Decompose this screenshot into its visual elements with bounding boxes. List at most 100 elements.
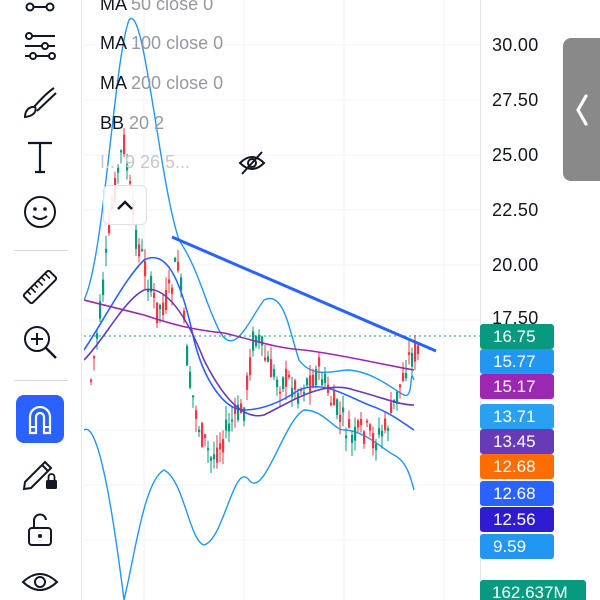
- side-panel-handle[interactable]: [563, 38, 600, 181]
- candle-body: [102, 279, 105, 296]
- eye-icon: [21, 573, 59, 591]
- candle-body: [135, 229, 138, 249]
- zoom-tool[interactable]: [14, 320, 66, 364]
- legend-label: BB: [100, 113, 125, 133]
- moving-averages: [84, 256, 415, 431]
- candle-body: [201, 422, 204, 447]
- candle-body: [387, 428, 390, 431]
- candle-body: [321, 379, 324, 386]
- candle-body: [363, 431, 366, 444]
- candle-body: [186, 345, 189, 366]
- chevron-up-icon: [117, 200, 133, 210]
- candle-body: [228, 423, 231, 432]
- ma100-line: [84, 288, 415, 417]
- candle-body: [402, 372, 405, 382]
- legend-value: 50 close 0: [131, 0, 214, 14]
- legend-bb[interactable]: BB 20 2: [100, 113, 164, 134]
- ma100-tag: 13.45: [480, 429, 554, 454]
- ma50-line: [84, 256, 415, 431]
- candle-body: [354, 427, 357, 441]
- candle-body: [213, 454, 216, 460]
- candle-body: [339, 414, 342, 422]
- last-price-tag: 16.75: [480, 324, 554, 349]
- candle-body: [384, 418, 387, 431]
- candle-body: [345, 435, 348, 439]
- visibility-tool[interactable]: [14, 560, 66, 600]
- candle-body: [93, 356, 96, 359]
- price-tag: 12.56: [480, 507, 554, 532]
- price-tick: 22.50: [492, 200, 539, 220]
- candle-body: [414, 342, 417, 362]
- candle-body: [231, 419, 234, 422]
- legend-value: 20 2: [129, 113, 165, 133]
- candle-body: [174, 257, 177, 262]
- candle-body: [276, 379, 279, 387]
- candle-body: [381, 430, 384, 437]
- ruler-icon: [22, 269, 58, 305]
- legend-label: MA: [100, 0, 127, 14]
- candle-body: [369, 424, 372, 431]
- candle-body: [336, 399, 339, 415]
- magnet-tool[interactable]: [16, 395, 64, 443]
- candle-body: [195, 410, 198, 419]
- brush-tool[interactable]: [14, 80, 66, 124]
- magnet-icon: [28, 405, 52, 435]
- drawing-toolbar: [0, 0, 82, 600]
- candle-body: [264, 357, 267, 361]
- candle-body: [261, 336, 264, 346]
- candle-body: [225, 419, 228, 431]
- candle-body: [330, 402, 333, 406]
- legend-ma50[interactable]: MA 50 close 0: [100, 0, 213, 15]
- legend-collapse-button[interactable]: [103, 185, 147, 225]
- candle-body: [246, 375, 249, 390]
- legend-ma200[interactable]: MA 200 close 0: [100, 73, 223, 94]
- chevron-left-icon: [575, 93, 588, 126]
- settings-sliders-icon: [25, 32, 56, 60]
- legend-hidden-indicator[interactable]: I... 9 26 5...: [100, 152, 190, 173]
- price-tick: 20.00: [492, 255, 539, 275]
- ma50-tag: 12.68: [480, 481, 554, 506]
- candle-body: [390, 402, 393, 413]
- candle-body: [153, 292, 156, 298]
- candle-body: [222, 439, 225, 453]
- connections-icon: [25, 2, 55, 12]
- candle-body: [411, 352, 414, 367]
- candle-body: [144, 261, 147, 277]
- toolbar-divider: [14, 380, 68, 381]
- candle-body: [138, 244, 141, 257]
- candle-body: [309, 375, 312, 392]
- candle-body: [312, 374, 315, 388]
- bollinger-bands: [84, 17, 415, 600]
- line-tool[interactable]: [14, 24, 66, 68]
- candle-body: [315, 368, 318, 386]
- bb-upper-tag: 15.77: [480, 349, 554, 374]
- emoji-tool[interactable]: [14, 190, 66, 234]
- candle-body: [141, 249, 144, 252]
- candle-body: [417, 345, 420, 354]
- candle-body: [375, 443, 378, 451]
- legend-label: MA: [100, 33, 127, 53]
- candle-body: [168, 279, 171, 284]
- toolbar-divider: [14, 250, 68, 251]
- candle-body: [129, 181, 132, 184]
- candle-body: [159, 304, 162, 310]
- legend-value: 100 close 0: [131, 33, 224, 53]
- candle-body: [219, 443, 222, 450]
- price-tick: 27.50: [492, 90, 539, 110]
- candle-body: [189, 371, 192, 388]
- text-tool[interactable]: [14, 135, 66, 179]
- candle-body: [177, 261, 180, 271]
- legend-ma100[interactable]: MA 100 close 0: [100, 33, 223, 54]
- price-tag: 12.68: [480, 454, 554, 479]
- candle-body: [378, 428, 381, 435]
- candle-body: [285, 369, 288, 387]
- candle-body: [207, 448, 210, 451]
- ruler-tool[interactable]: [14, 265, 66, 309]
- candle-body: [90, 379, 93, 382]
- lock-drawing-tool[interactable]: [14, 450, 66, 494]
- zoom-in-icon: [24, 326, 57, 359]
- candle-body: [333, 390, 336, 406]
- lock-tool[interactable]: [14, 508, 66, 552]
- candle-body: [279, 391, 282, 394]
- hidden-indicator-toggle[interactable]: [238, 150, 266, 181]
